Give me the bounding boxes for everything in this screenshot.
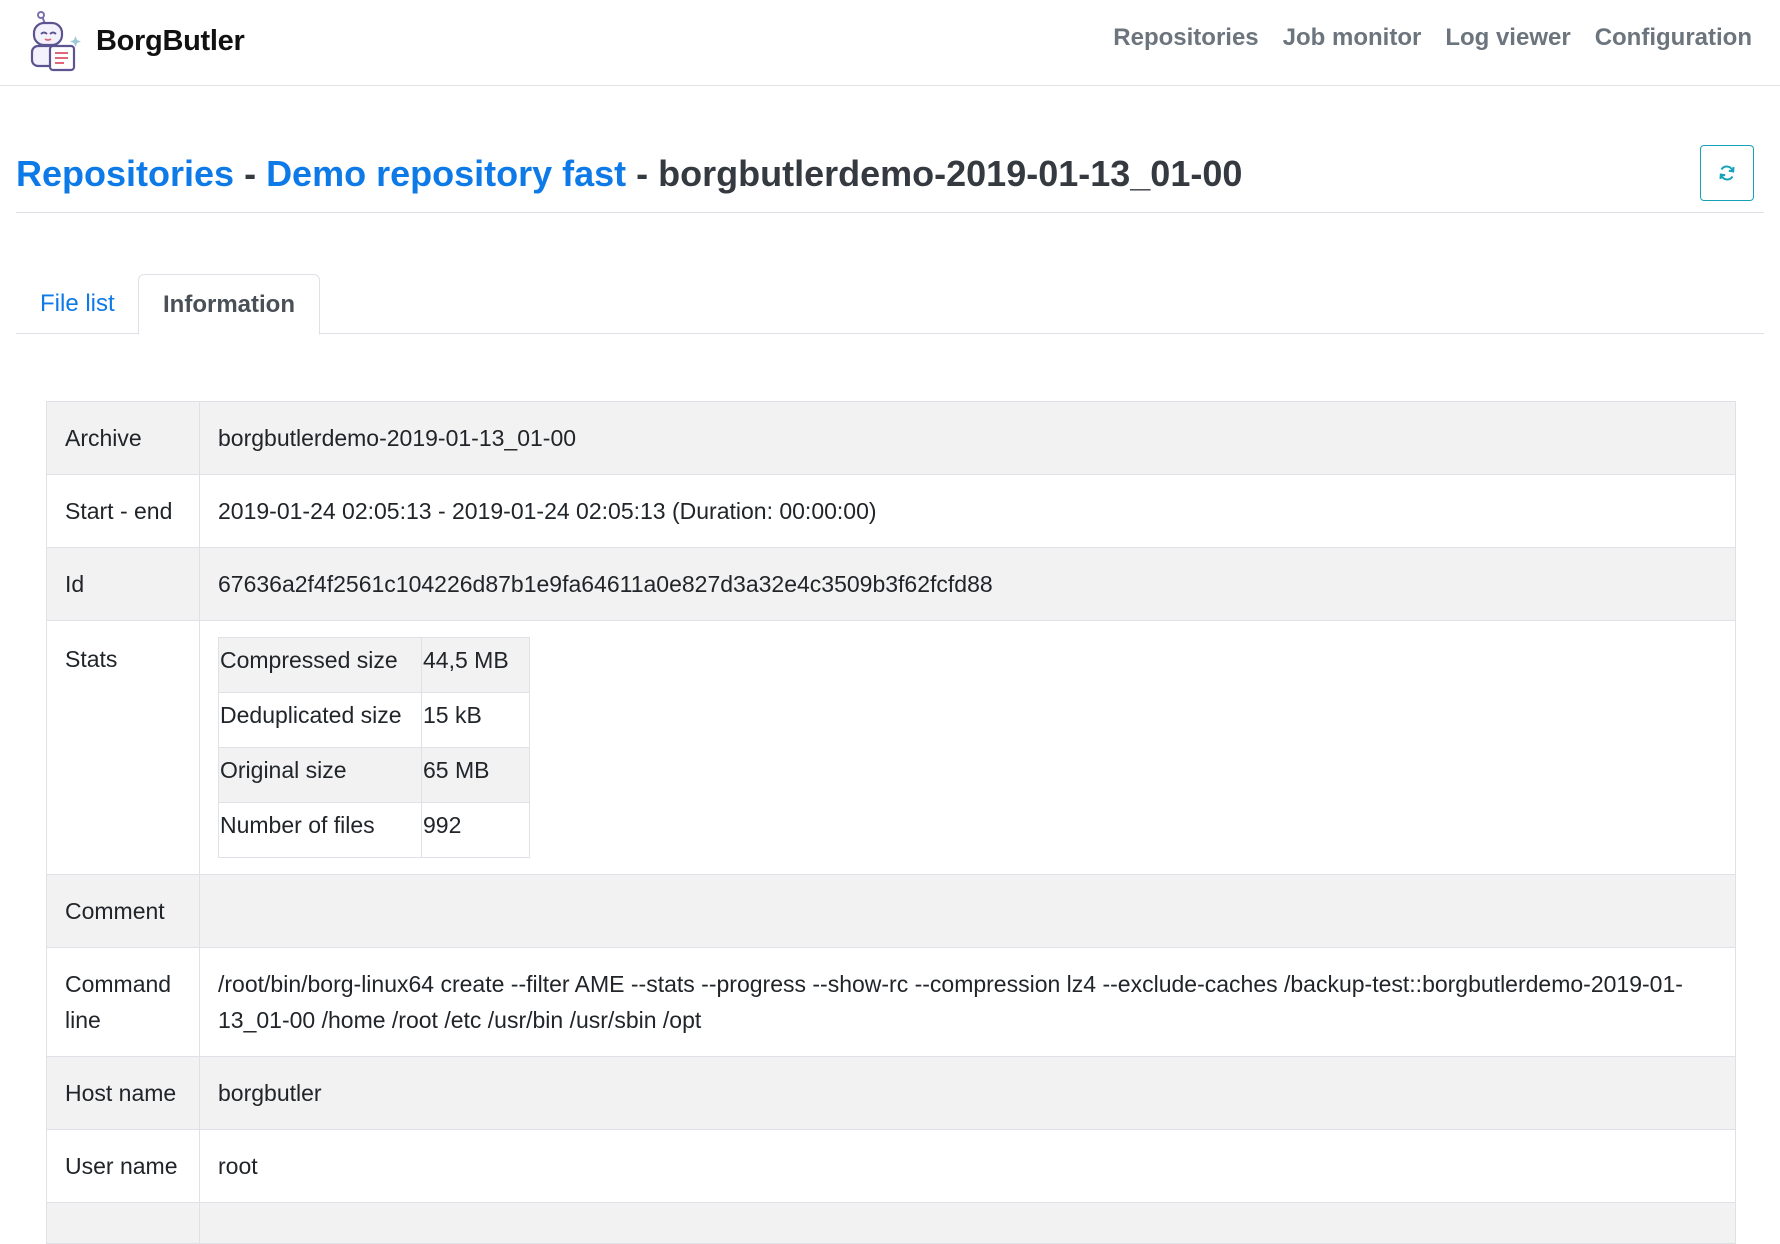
stats-cell: Compressed size 44,5 MB Deduplicated siz… xyxy=(199,620,1736,875)
page-header: Repositories - Demo repository fast - bo… xyxy=(16,145,1764,213)
page-title: Repositories - Demo repository fast - bo… xyxy=(16,146,1242,202)
tab-information[interactable]: Information xyxy=(138,274,320,335)
info-value: root xyxy=(199,1129,1736,1203)
stats-row: Number of files 992 xyxy=(218,802,530,858)
info-key: Id xyxy=(46,547,200,621)
info-key: User name xyxy=(46,1129,200,1203)
stats-row: Compressed size 44,5 MB xyxy=(218,637,530,693)
table-row: Archive borgbutlerdemo-2019-01-13_01-00 xyxy=(46,401,1736,475)
archive-info-table: Archive borgbutlerdemo-2019-01-13_01-00 … xyxy=(46,401,1736,1244)
info-key: Stats xyxy=(46,620,200,875)
top-navbar: BorgButler Repositories Job monitor Log … xyxy=(0,0,1780,86)
tab-file-list[interactable]: File list xyxy=(16,274,139,334)
info-key: Start - end xyxy=(46,474,200,548)
borgbutler-logo-icon xyxy=(30,11,81,72)
table-row: User name root xyxy=(46,1129,1736,1203)
stats-label: Compressed size xyxy=(218,637,422,693)
table-row: Start - end 2019-01-24 02:05:13 - 2019-0… xyxy=(46,474,1736,548)
stats-value: 992 xyxy=(421,802,530,858)
stats-label: Original size xyxy=(218,747,422,803)
refresh-button[interactable] xyxy=(1700,145,1754,201)
nav-log-viewer[interactable]: Log viewer xyxy=(1445,24,1570,52)
info-key: Archive xyxy=(46,401,200,475)
stats-row: Deduplicated size 15 kB xyxy=(218,692,530,748)
main-nav: Repositories Job monitor Log viewer Conf… xyxy=(1089,24,1752,52)
archive-tabs: File list Information xyxy=(16,274,1764,335)
info-value: /root/bin/borg-linux64 create --filter A… xyxy=(199,947,1736,1057)
stats-value: 15 kB xyxy=(421,692,530,748)
table-row: Comment xyxy=(46,874,1736,948)
archive-title: borgbutlerdemo-2019-01-13_01-00 xyxy=(658,153,1243,194)
info-value: 67636a2f4f2561c104226d87b1e9fa64611a0e82… xyxy=(199,547,1736,621)
breadcrumb-repositories[interactable]: Repositories xyxy=(16,153,234,194)
info-key xyxy=(46,1202,200,1244)
table-row: Host name borgbutler xyxy=(46,1056,1736,1130)
stats-value: 44,5 MB xyxy=(421,637,530,693)
table-row: Stats Compressed size 44,5 MB Deduplicat… xyxy=(46,620,1736,875)
info-value: borgbutler xyxy=(199,1056,1736,1130)
breadcrumb-separator: - xyxy=(234,153,267,194)
stats-value: 65 MB xyxy=(421,747,530,803)
breadcrumb-repository[interactable]: Demo repository fast xyxy=(266,153,626,194)
nav-job-monitor[interactable]: Job monitor xyxy=(1283,24,1422,52)
info-value xyxy=(199,1202,1736,1244)
refresh-icon xyxy=(1719,165,1735,181)
info-key: Host name xyxy=(46,1056,200,1130)
info-value xyxy=(199,874,1736,948)
table-row xyxy=(46,1202,1736,1244)
nav-configuration[interactable]: Configuration xyxy=(1595,24,1752,52)
stats-label: Number of files xyxy=(218,802,422,858)
brand-link[interactable]: BorgButler xyxy=(28,10,245,72)
info-key: Command line xyxy=(46,947,200,1057)
stats-label: Deduplicated size xyxy=(218,692,422,748)
nav-repositories[interactable]: Repositories xyxy=(1113,24,1258,52)
stats-table: Compressed size 44,5 MB Deduplicated siz… xyxy=(218,637,530,858)
table-row: Id 67636a2f4f2561c104226d87b1e9fa64611a0… xyxy=(46,547,1736,621)
brand-name: BorgButler xyxy=(96,24,245,57)
info-key: Comment xyxy=(46,874,200,948)
table-row: Command line /root/bin/borg-linux64 crea… xyxy=(46,947,1736,1057)
stats-row: Original size 65 MB xyxy=(218,747,530,803)
breadcrumb-separator: - xyxy=(626,153,659,194)
info-value: borgbutlerdemo-2019-01-13_01-00 xyxy=(199,401,1736,475)
info-value: 2019-01-24 02:05:13 - 2019-01-24 02:05:1… xyxy=(199,474,1736,548)
